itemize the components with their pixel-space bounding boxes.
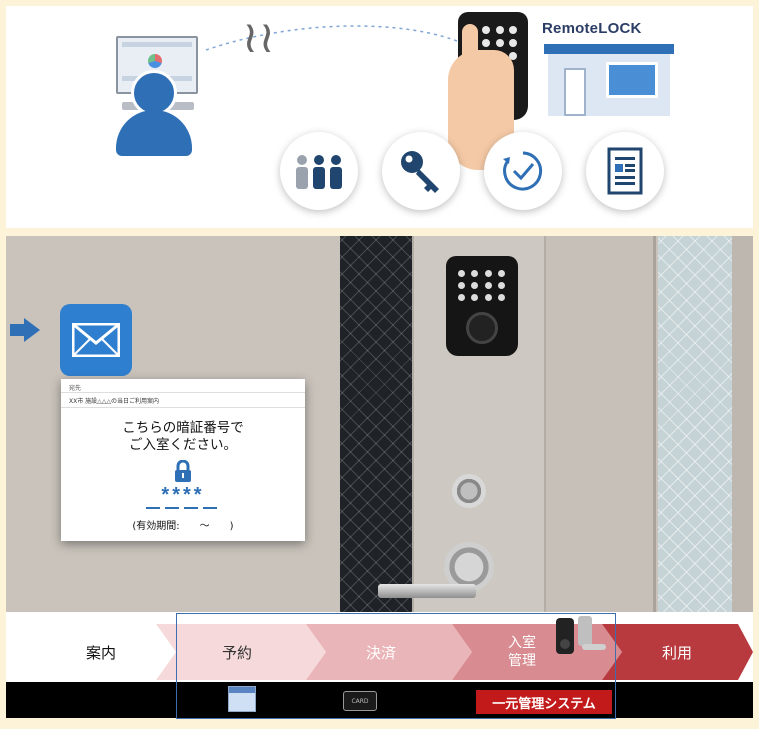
right-wall [732, 236, 753, 612]
padlock-icon [173, 459, 193, 482]
notice-message-line1: こちらの暗証番号で [122, 420, 244, 436]
flow-step-payment: 決済 [326, 624, 436, 680]
clock-refresh-icon [484, 132, 562, 210]
notice-message: こちらの暗証番号で ご入室ください。 [61, 420, 305, 454]
door-frame [546, 236, 656, 612]
door-keypad-icon [446, 256, 518, 356]
credit-card-icon: CARD [343, 691, 377, 711]
envelope-icon [60, 304, 132, 376]
process-flow-bar: 案内 予約 決済 入室 管理 利用 [6, 612, 753, 684]
flow-step-reservation: 予約 [182, 624, 292, 680]
door-lever-icon [378, 584, 476, 598]
smart-lock-product-icon [556, 616, 606, 654]
card-icon-text: CARD [351, 697, 369, 705]
people-icon [280, 132, 358, 210]
notice-message-line2: ご入室ください。 [129, 437, 237, 453]
flow-step-label: 案内 [85, 643, 116, 662]
signal-wave-icon: ≀≀ [242, 12, 275, 63]
flow-step-label: 予約 [221, 643, 252, 662]
passcode-underline [146, 507, 220, 509]
door-photo: 宛先 XX市 施設△△△の当日ご利用案内 こちらの暗証番号で ご入室ください。 … [6, 236, 753, 612]
key-icon [382, 132, 460, 210]
flow-step-label: 決済 [365, 643, 396, 662]
remotelock-logo: RemoteLOCK [542, 20, 642, 37]
notice-header: 宛先 [61, 379, 305, 393]
glass-panel-light [658, 236, 732, 612]
document-icon [586, 132, 664, 210]
store-building-icon [544, 44, 674, 116]
remote-lock-illustration: ≀≀ RemoteLOCK [6, 6, 753, 228]
flow-step-label: 入室 管理 [508, 635, 536, 669]
flow-step-guide: 案内 [46, 624, 156, 680]
flow-step-label: 利用 [661, 643, 692, 662]
unified-management-badge: 一元管理システム [476, 690, 612, 714]
valid-period: (有効期間: ～ ) [132, 521, 234, 532]
passcode-value: **** [161, 484, 205, 506]
slide-frame: ≀≀ RemoteLOCK 宛先 XX市 施設△△△の当日ご利用案内 こちらの暗… [0, 0, 759, 729]
glass-panel-dark [340, 236, 412, 612]
arrow-right-icon [24, 318, 40, 342]
deadbolt-icon [452, 474, 486, 508]
calendar-icon [228, 686, 256, 712]
passcode-notice: 宛先 XX市 施設△△△の当日ご利用案内 こちらの暗証番号で ご入室ください。 … [61, 379, 305, 541]
notice-subject: XX市 施設△△△の当日ご利用案内 [61, 393, 305, 408]
flow-step-use: 利用 [622, 624, 732, 680]
bottom-strip [6, 682, 753, 718]
